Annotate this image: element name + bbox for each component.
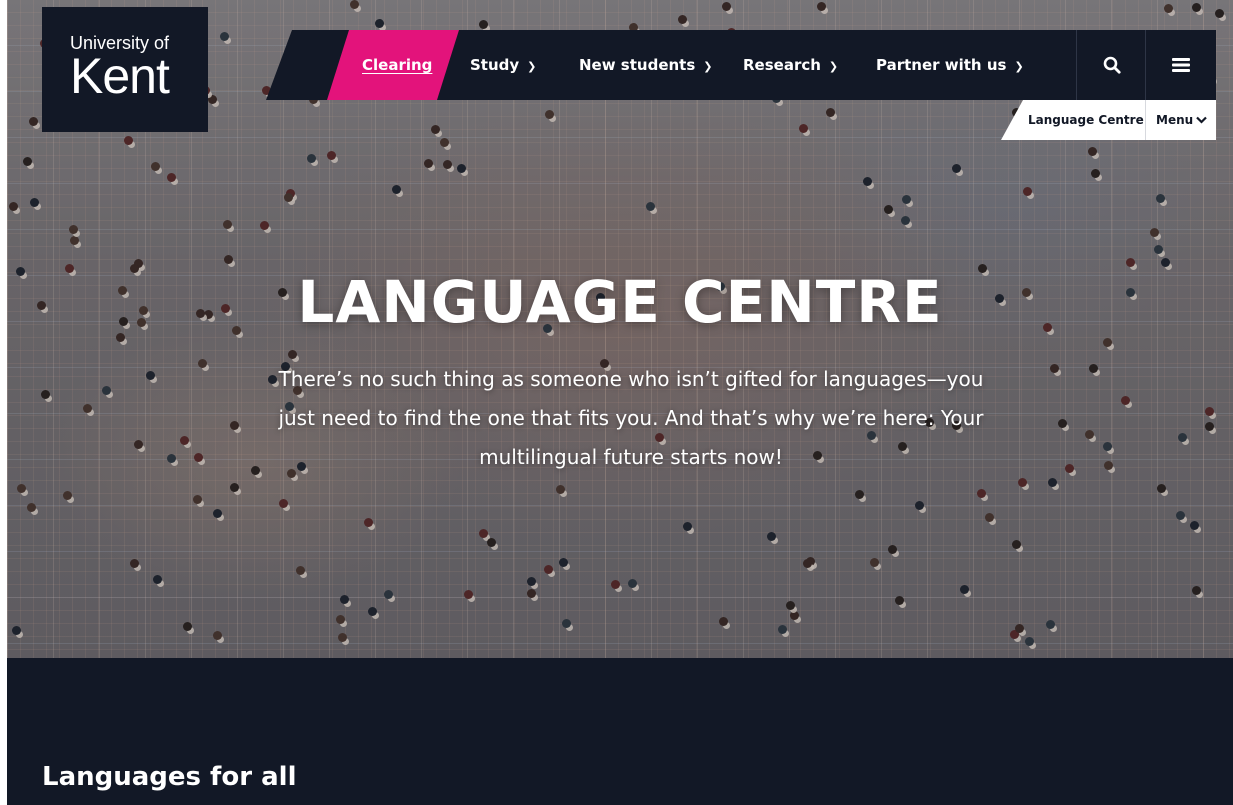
- main-menu-button[interactable]: [1146, 30, 1215, 100]
- search-button[interactable]: [1077, 30, 1146, 100]
- page: LANGUAGE CENTRE There’s no such thing as…: [0, 0, 1233, 805]
- nav-item-label: Study: [470, 56, 520, 74]
- page-title: LANGUAGE CENTRE: [297, 268, 943, 336]
- nav-item-label: Research: [743, 56, 821, 74]
- section-nav-divider: [1145, 100, 1146, 140]
- section-menu-label: Menu: [1156, 113, 1194, 127]
- chevron-down-icon: ❯: [703, 59, 713, 73]
- search-icon: [1103, 56, 1121, 74]
- nav-item-new-students[interactable]: New students ❯: [579, 30, 713, 100]
- chevron-down-icon: ❯: [1014, 59, 1024, 73]
- hero-intro-text: There’s no such thing as someone who isn…: [278, 367, 984, 469]
- chevron-down-icon: ❯: [828, 59, 839, 73]
- nav-item-label: Partner with us: [876, 56, 1007, 74]
- nav-item-partner-with-us[interactable]: Partner with us ❯: [876, 30, 1024, 100]
- section-menu-button[interactable]: Menu: [1156, 100, 1207, 140]
- hamburger-menu-icon: [1171, 58, 1190, 72]
- chevron-down-icon: ❯: [527, 59, 537, 73]
- nav-item-label: Clearing: [362, 56, 433, 74]
- nav-item-clearing[interactable]: Clearing: [362, 30, 432, 100]
- section-heading: Languages for all: [42, 762, 297, 792]
- section-nav-title[interactable]: Language Centre: [1028, 100, 1144, 140]
- logo-text-main: Kent: [70, 48, 170, 104]
- nav-item-label: New students: [579, 56, 696, 74]
- nav-item-study[interactable]: Study ❯: [470, 30, 536, 100]
- content-section: Languages for all: [7, 658, 1233, 805]
- nav-item-research[interactable]: Research ❯: [743, 30, 838, 100]
- chevron-down-icon: [1196, 116, 1207, 124]
- university-logo[interactable]: University of Kent: [42, 7, 208, 132]
